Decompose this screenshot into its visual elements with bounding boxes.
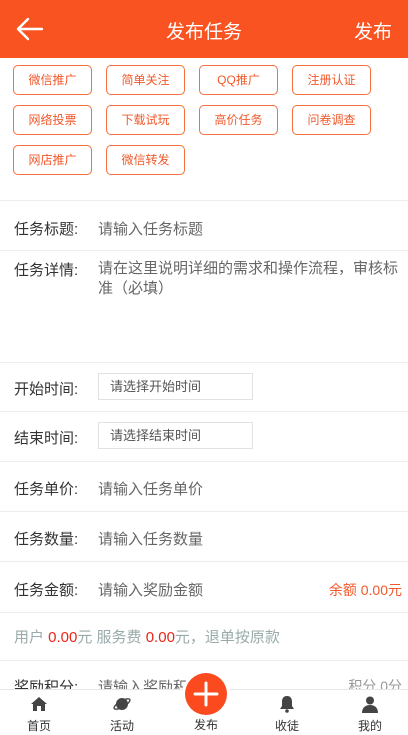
tab-favorite[interactable]: 收徒 [257,690,317,735]
fee-user-label: 用户 [14,629,49,646]
divider [0,511,408,512]
bell-icon [280,696,294,713]
task-detail-textarea[interactable]: 请在这里说明详细的需求和操作流程，审核标准（必填） [98,259,403,299]
unit-price-input[interactable]: 请输入任务单价 [98,478,203,499]
quantity-input[interactable]: 请输入任务数量 [98,528,203,549]
fee-refund-note: 元，退单按原款 [174,629,280,646]
fee-service-label: 元 服务费 [77,629,146,646]
tag-register-verify[interactable]: 注册认证 [292,65,371,95]
divider [0,362,408,363]
task-title-input[interactable]: 请输入任务标题 [98,218,203,239]
top-nav-bar: 发布任务 发布 [0,0,408,58]
divider [0,660,408,661]
tag-simple-follow[interactable]: 简单关注 [106,65,185,95]
publish-button[interactable]: 发布 [354,17,392,44]
tab-activity-label: 活动 [109,719,134,733]
divider [0,461,408,462]
tab-home-label: 首页 [26,719,51,733]
tab-publish-label: 发布 [193,718,218,732]
balance-text: 余额 0.00元 [328,582,402,598]
tab-favorite-label: 收徒 [274,719,299,733]
tag-survey[interactable]: 问卷调查 [292,105,371,135]
publish-fab-button[interactable] [185,673,227,715]
page-title: 发布任务 [165,22,242,43]
end-time-label: 结束时间: [14,430,79,447]
unit-price-label: 任务单价: [14,481,79,498]
fee-user-amount: 0.00 [48,629,78,646]
start-time-picker[interactable]: 请选择开始时间 [98,373,253,400]
tag-online-vote[interactable]: 网络投票 [13,105,92,135]
divider [0,200,408,201]
tag-wechat-forward[interactable]: 微信转发 [106,145,185,175]
tab-activity[interactable]: 活动 [92,690,152,735]
end-time-picker[interactable]: 请选择结束时间 [98,422,253,449]
tag-download-trial[interactable]: 下载试玩 [106,105,185,135]
amount-input[interactable]: 请输入奖励金额 [98,579,203,600]
divider [0,411,408,412]
tag-shop-promo[interactable]: 网店推广 [13,145,92,175]
fee-summary: 用户 0.00元 服务费 0.00元，退单按原款 [14,626,280,647]
fee-service-amount: 0.00 [145,629,175,646]
tab-mine-label: 我的 [357,719,382,733]
quantity-label: 任务数量: [14,531,79,548]
divider [0,612,408,613]
start-time-label: 开始时间: [14,381,79,398]
plus-icon [193,681,219,707]
tab-mine[interactable]: 我的 [340,690,400,735]
user-icon [362,696,378,713]
divider [0,561,408,562]
task-detail-label: 任务详情: [14,262,79,279]
tag-qq-promo[interactable]: QQ推广 [199,65,278,95]
tab-home[interactable]: 首页 [9,690,69,735]
tag-high-price-task[interactable]: 高价任务 [199,105,278,135]
divider [0,250,408,251]
tag-wechat-promo[interactable]: 微信推广 [13,65,92,95]
amount-label: 任务金额: [14,582,79,599]
planet-icon [113,698,131,710]
task-title-label: 任务标题: [14,221,79,238]
home-icon [31,697,47,711]
